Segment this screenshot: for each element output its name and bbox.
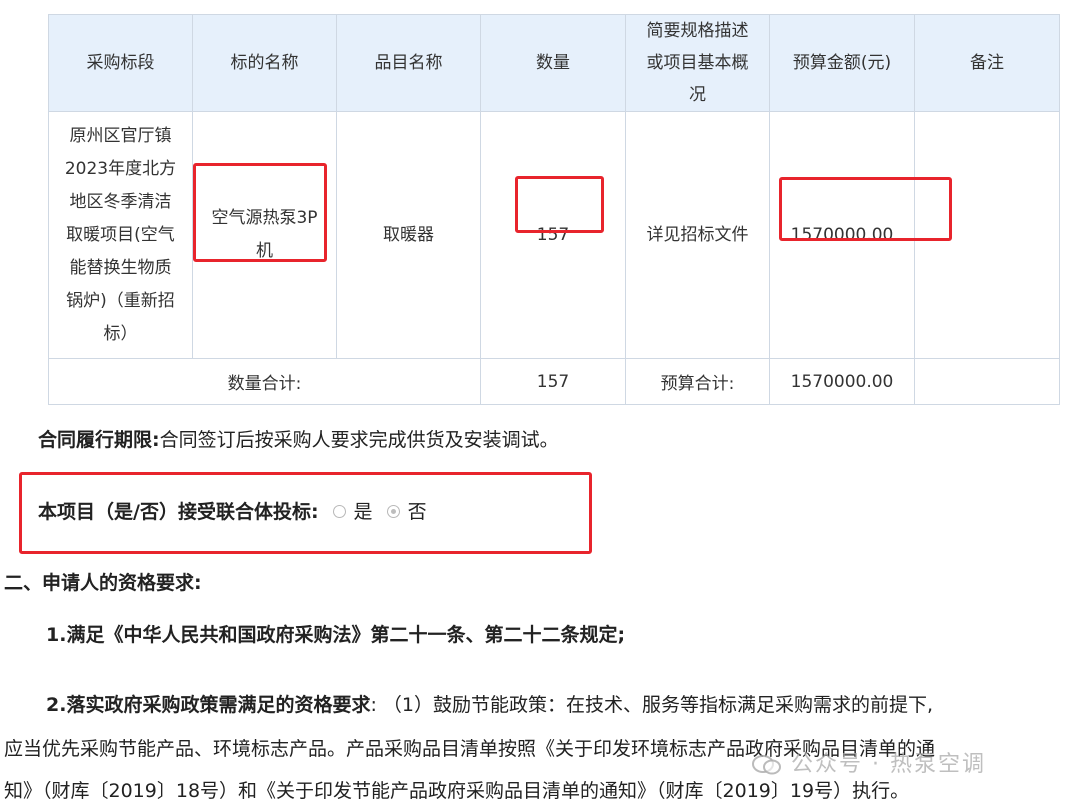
table-total-row: 数量合计: 157 预算合计: 1570000.00 (48, 358, 1060, 405)
header-segment: 采购标段 (48, 14, 193, 112)
header-remark: 备注 (914, 14, 1060, 112)
requirement-item-2-line3: 知》（财库〔2019〕18号）和《关于印发节能产品政府采购品目清单的通知》（财库… (4, 780, 910, 802)
highlight-box-subject (193, 163, 327, 262)
contract-text: 合同签订后按采购人要求完成供货及安装调试。 (159, 429, 559, 451)
section-heading: 二、申请人的资格要求: (4, 568, 202, 595)
header-spec: 简要规格描述或项目基本概况 (625, 14, 770, 112)
contract-label: 合同履行期限: (38, 429, 160, 451)
requirement-item-2: 2.落实政府采购政策需满足的资格要求: （1）鼓励节能政策：在技术、服务等指标满… (46, 690, 933, 717)
contract-period: 合同履行期限:合同签订后按采购人要求完成供货及安装调试。 (38, 425, 559, 452)
section-heading-text: 二、申请人的资格要求: (4, 572, 202, 594)
requirement-item-2-title: 2.落实政府采购政策需满足的资格要求 (46, 694, 371, 716)
total-qty-label: 数量合计: (48, 358, 481, 405)
header-budget: 预算金额(元) (769, 14, 915, 112)
watermark-text: 公众号 · 热泵空调 (791, 752, 986, 777)
requirement-item-1-text: 1.满足《中华人民共和国政府采购法》第二十一条、第二十二条规定; (46, 624, 626, 646)
table-header-row: 采购标段 标的名称 品目名称 数量 简要规格描述或项目基本概况 预算金额(元) … (48, 14, 1060, 112)
radio-no-label: 否 (407, 501, 427, 523)
watermark: 公众号 · 热泵空调 (752, 746, 986, 778)
header-subject: 标的名称 (192, 14, 337, 112)
header-quantity: 数量 (480, 14, 626, 112)
requirement-item-1: 1.满足《中华人民共和国政府采购法》第二十一条、第二十二条规定; (46, 620, 625, 647)
requirement-item-2-line1: : （1）鼓励节能政策：在技术、服务等指标满足采购需求的前提下, (370, 694, 934, 716)
total-qty-value: 157 (480, 358, 626, 405)
total-budget-value: 1570000.00 (769, 358, 915, 405)
radio-yes-label: 是 (353, 501, 373, 523)
highlight-box-budget (779, 177, 952, 241)
cell-category: 取暖器 (336, 111, 481, 359)
total-remark (914, 358, 1060, 405)
requirement-item-2-cont2: 知》（财库〔2019〕18号）和《关于印发节能产品政府采购品目清单的通知》（财库… (4, 776, 909, 803)
total-budget-label: 预算合计: (625, 358, 770, 405)
radio-no[interactable] (386, 504, 400, 518)
cell-segment: 原州区官厅镇2023年度北方地区冬季清洁取暖项目(空气能替换生物质锅炉)（重新招… (48, 111, 193, 359)
highlight-box-quantity (515, 176, 604, 233)
wechat-icon (752, 754, 782, 776)
cell-quantity: 157 (480, 111, 626, 359)
radio-yes[interactable] (332, 504, 346, 518)
consortium-line: 本项目（是/否）接受联合体投标: 是 否 (38, 497, 427, 524)
consortium-label: 本项目（是/否）接受联合体投标: (38, 501, 319, 523)
cell-spec: 详见招标文件 (625, 111, 770, 359)
header-category: 品目名称 (336, 14, 481, 112)
